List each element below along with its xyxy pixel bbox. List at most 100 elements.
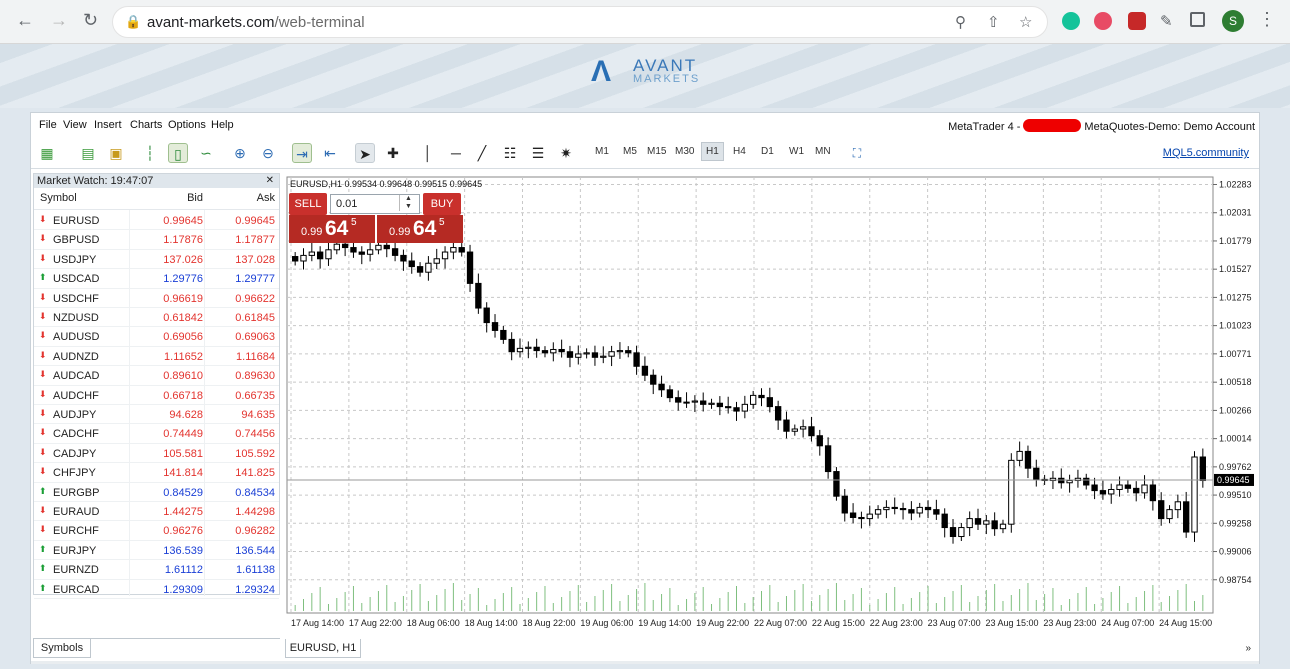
- market-watch-row[interactable]: ⬇ EURUSD 0.99645 0.99645: [34, 211, 279, 231]
- market-watch-row[interactable]: ⬆ EURJPY 136.539 136.544: [34, 541, 279, 561]
- candle-body: [899, 508, 907, 511]
- chevron-down-icon[interactable]: ▼: [400, 203, 417, 211]
- timeframe-d1[interactable]: D1: [761, 146, 774, 157]
- y-tick-label: 1.00771: [1219, 349, 1252, 359]
- cursor-icon[interactable]: ➤: [355, 143, 375, 163]
- share-icon[interactable]: ⇧: [987, 13, 1000, 31]
- puzzle-icon[interactable]: ✎: [1160, 12, 1178, 30]
- market-watch-row[interactable]: ⬇ AUDCHF 0.66718 0.66735: [34, 386, 279, 405]
- x-tick-label: 17 Aug 14:00: [291, 618, 344, 628]
- row-symbol: AUDCAD: [53, 370, 100, 383]
- indicators-icon[interactable]: ✷: [556, 143, 576, 163]
- market-watch-row[interactable]: ⬇ AUDUSD 0.69056 0.69063: [34, 327, 279, 347]
- market-watch-row[interactable]: ⬇ EURCHF 0.96276 0.96282: [34, 521, 279, 541]
- new-order-icon[interactable]: ▤: [78, 143, 98, 163]
- tab-symbols[interactable]: Symbols: [33, 639, 91, 658]
- menu-help[interactable]: Help: [211, 119, 234, 131]
- chevron-right-icon[interactable]: »: [1245, 643, 1251, 654]
- menu-charts[interactable]: Charts: [130, 119, 162, 131]
- zoom-in-icon[interactable]: ⊕: [230, 143, 250, 163]
- fibonacci-icon[interactable]: ☰: [528, 143, 548, 163]
- market-watch-row[interactable]: ⬇ AUDJPY 94.628 94.635: [34, 405, 279, 425]
- menu-insert[interactable]: Insert: [94, 119, 122, 131]
- candle-body: [1066, 480, 1073, 484]
- market-watch-row[interactable]: ⬇ NZDUSD 0.61842 0.61845: [34, 308, 279, 328]
- market-watch-row[interactable]: ⬇ CHFJPY 141.814 141.825: [34, 463, 279, 483]
- profiles-icon[interactable]: ▣: [106, 143, 126, 163]
- forward-icon[interactable]: →: [50, 10, 68, 31]
- buy-price[interactable]: 0.99 64 5: [377, 215, 463, 243]
- candle-body: [808, 426, 815, 437]
- zoom-icon[interactable]: ⚲: [955, 13, 966, 31]
- side-panel-icon[interactable]: [1190, 12, 1205, 27]
- menu-options[interactable]: Options: [168, 119, 206, 131]
- new-chart-icon[interactable]: ▦: [37, 143, 57, 163]
- fullscreen-icon[interactable]: ⛶: [847, 143, 867, 163]
- vertical-line-icon[interactable]: │: [418, 143, 438, 163]
- price-chart[interactable]: 1.02283 1.02031 1.01779 1.01527 1.01275 1.010…: [285, 173, 1259, 637]
- extension-icon[interactable]: [1128, 12, 1146, 30]
- mql5-community-link[interactable]: MQL5.community: [1163, 147, 1249, 159]
- column-symbol[interactable]: Symbol: [40, 192, 77, 204]
- tab-chart-eurusd[interactable]: EURUSD, H1: [285, 639, 361, 658]
- market-watch-row[interactable]: ⬇ USDJPY 137.026 137.028: [34, 250, 279, 270]
- bar-chart-icon[interactable]: ┆: [140, 143, 160, 163]
- candlestick-icon[interactable]: ▯: [168, 143, 188, 163]
- lot-stepper[interactable]: ▲ ▼: [399, 195, 417, 211]
- market-watch-row[interactable]: ⬇ GBPUSD 1.17876 1.17877: [34, 230, 279, 250]
- timeframe-h4[interactable]: H4: [733, 146, 746, 157]
- zoom-out-icon[interactable]: ⊖: [258, 143, 278, 163]
- back-icon[interactable]: ←: [16, 10, 34, 31]
- candle-body: [550, 348, 557, 354]
- sell-price[interactable]: 0.99 64 5: [289, 215, 375, 243]
- market-watch-row[interactable]: ⬇ CADCHF 0.74449 0.74456: [34, 424, 279, 444]
- menu-view[interactable]: View: [63, 119, 87, 131]
- line-chart-icon[interactable]: ∽: [196, 143, 216, 163]
- candle-body: [1133, 487, 1140, 494]
- auto-scroll-icon[interactable]: ⇥: [292, 143, 312, 163]
- candle-body: [924, 506, 932, 511]
- timeframe-m1[interactable]: M1: [595, 146, 609, 157]
- arrow-down-icon: ⬇: [39, 252, 47, 263]
- market-watch-row[interactable]: ⬆ EURNZD 1.61112 1.61138: [34, 560, 279, 580]
- avatar[interactable]: S: [1222, 10, 1244, 32]
- timeframe-h1[interactable]: H1: [701, 142, 724, 161]
- market-watch-row[interactable]: ⬇ USDCHF 0.96619 0.96622: [34, 289, 279, 308]
- arrow-up-icon: ⬆: [39, 485, 47, 496]
- menu-file[interactable]: File: [39, 119, 57, 131]
- buy-button[interactable]: BUY: [423, 193, 461, 215]
- grammarly-extension-icon[interactable]: [1062, 12, 1080, 30]
- sell-button[interactable]: SELL: [289, 193, 327, 215]
- candle-body: [500, 329, 507, 340]
- trendline-icon[interactable]: ╱: [472, 143, 492, 163]
- timeframe-m5[interactable]: M5: [623, 146, 637, 157]
- timeframe-m30[interactable]: M30: [675, 146, 694, 157]
- timeframe-w1[interactable]: W1: [789, 146, 804, 157]
- candle-body: [991, 520, 998, 530]
- bookmark-star-icon[interactable]: ☆: [1019, 13, 1032, 31]
- market-watch-row[interactable]: ⬆ EURCAD 1.29309 1.29324: [34, 580, 279, 599]
- row-bid: 136.539: [163, 544, 203, 557]
- market-watch-row[interactable]: ⬇ EURAUD 1.44275 1.44298: [34, 502, 279, 522]
- text-label-icon[interactable]: ☷: [500, 143, 520, 163]
- timeframe-mn[interactable]: MN: [815, 146, 831, 157]
- menu-kebab-icon[interactable]: ⋮: [1258, 9, 1276, 30]
- column-ask[interactable]: Ask: [257, 192, 275, 204]
- close-icon[interactable]: ✕: [266, 174, 274, 188]
- extension-icon[interactable]: [1094, 12, 1112, 30]
- market-watch-row[interactable]: ⬇ AUDCAD 0.89610 0.89630: [34, 366, 279, 386]
- chevron-up-icon[interactable]: ▲: [400, 195, 417, 203]
- candle-body: [824, 445, 832, 473]
- crosshair-icon[interactable]: ✚: [383, 143, 403, 163]
- market-watch-row[interactable]: ⬇ AUDNZD 1.11652 1.11684: [34, 347, 279, 367]
- market-watch-row[interactable]: ⬇ CADJPY 105.581 105.592: [34, 444, 279, 464]
- column-bid[interactable]: Bid: [187, 192, 203, 204]
- timeframe-m15[interactable]: M15: [647, 146, 666, 157]
- market-watch-row[interactable]: ⬆ EURGBP 0.84529 0.84534: [34, 483, 279, 502]
- address-bar[interactable]: 🔒 avant-markets.com/web-terminal ⚲ ⇧ ☆: [112, 6, 1048, 38]
- chart-shift-icon[interactable]: ⇤: [320, 143, 340, 163]
- reload-icon[interactable]: ↻: [83, 10, 98, 31]
- horizontal-line-icon[interactable]: ─: [446, 143, 466, 163]
- arrow-down-icon: ⬇: [39, 291, 47, 302]
- market-watch-row[interactable]: ⬆ USDCAD 1.29776 1.29777: [34, 269, 279, 289]
